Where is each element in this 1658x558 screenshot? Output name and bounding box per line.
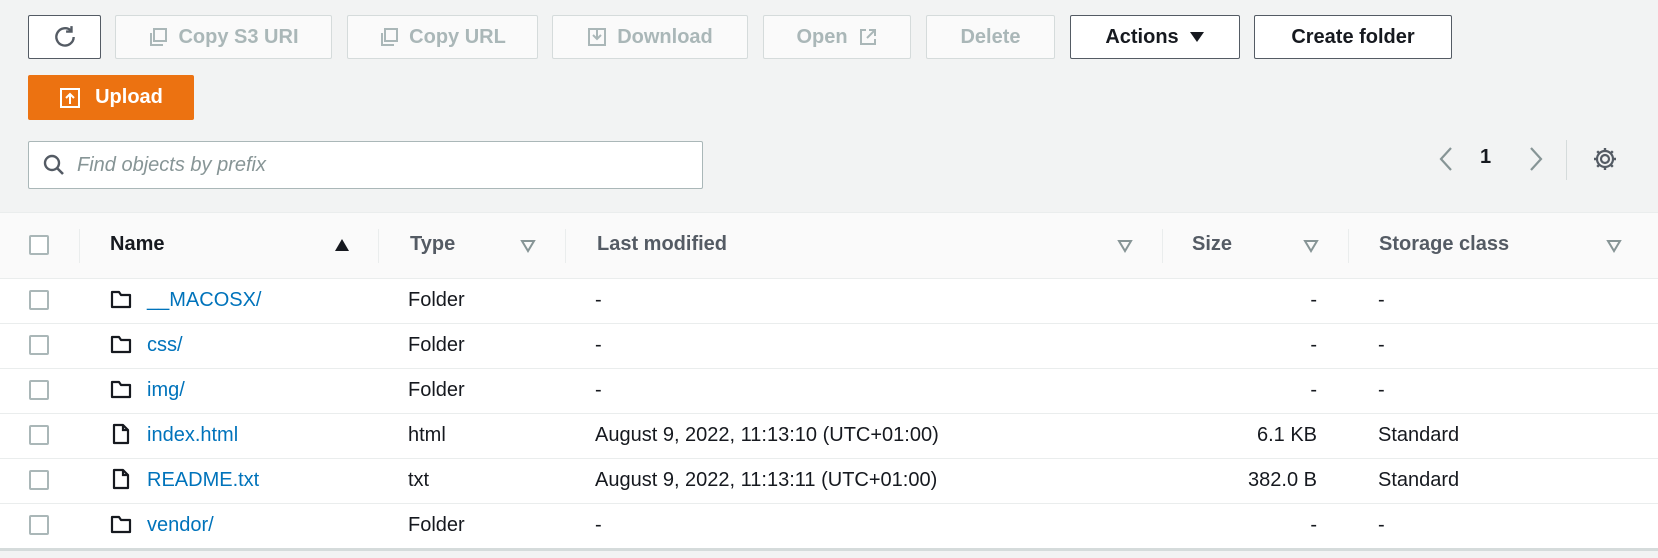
- column-separator: [378, 229, 379, 263]
- current-page-number[interactable]: 1: [1480, 146, 1491, 169]
- column-header-last-modified[interactable]: Last modified: [597, 233, 727, 256]
- table-bottom-border: [0, 548, 1658, 551]
- object-name-link[interactable]: css/: [147, 334, 183, 357]
- caret-down-icon: [1189, 32, 1204, 42]
- download-button[interactable]: Download: [552, 15, 748, 59]
- object-last-modified: -: [595, 379, 602, 401]
- download-label: Download: [617, 25, 713, 48]
- download-icon: [588, 28, 607, 46]
- object-storage-class: -: [1378, 289, 1385, 311]
- object-last-modified: -: [595, 334, 602, 356]
- create-folder-button[interactable]: Create folder: [1254, 15, 1452, 59]
- object-storage-class: -: [1378, 379, 1385, 401]
- column-header-type[interactable]: Type: [410, 233, 455, 256]
- table-row[interactable]: vendor/Folder - - -: [0, 503, 1658, 549]
- object-name-link[interactable]: index.html: [147, 424, 238, 447]
- row-checkbox[interactable]: [29, 290, 49, 310]
- row-checkbox[interactable]: [29, 380, 49, 400]
- object-storage-class: Standard: [1378, 424, 1460, 446]
- sort-indicator-icon[interactable]: [1606, 239, 1622, 253]
- gear-icon[interactable]: [1592, 146, 1618, 172]
- copy-icon: [381, 28, 399, 46]
- upload-button[interactable]: Upload: [28, 75, 194, 120]
- column-header-storage-class[interactable]: Storage class: [1379, 233, 1509, 256]
- row-checkbox[interactable]: [29, 335, 49, 355]
- object-last-modified: August 9, 2022, 11:13:11 (UTC+01:00): [595, 469, 938, 491]
- row-checkbox[interactable]: [29, 515, 49, 535]
- object-type: Folder: [408, 334, 465, 356]
- table-row[interactable]: css/Folder - - -: [0, 323, 1658, 369]
- search-input[interactable]: [75, 152, 679, 178]
- object-size: -: [1310, 289, 1317, 311]
- column-separator: [1162, 229, 1163, 263]
- object-type: Folder: [408, 514, 465, 536]
- object-size: 6.1 KB: [1256, 424, 1317, 446]
- object-size: -: [1310, 379, 1317, 401]
- object-name-link[interactable]: vendor/: [147, 514, 214, 537]
- delete-label: Delete: [960, 25, 1021, 48]
- table-row[interactable]: index.html html August 9, 2022, 11:13:10 (…: [0, 413, 1658, 459]
- object-size: 382.0 B: [1248, 469, 1317, 491]
- object-last-modified: August 9, 2022, 11:13:10 (UTC+01:00): [595, 424, 939, 446]
- object-type: html: [408, 424, 446, 446]
- folder-icon: [110, 513, 132, 540]
- file-icon: [110, 468, 132, 495]
- object-name-link[interactable]: README.txt: [147, 469, 259, 492]
- search-icon: [43, 154, 64, 175]
- folder-icon: [110, 288, 132, 315]
- copy-url-button[interactable]: Copy URL: [347, 15, 538, 59]
- pagination-divider: [1566, 140, 1567, 180]
- folder-icon: [110, 378, 132, 405]
- object-type: txt: [408, 469, 430, 491]
- open-button[interactable]: Open: [763, 15, 911, 59]
- upload-icon: [60, 87, 81, 108]
- sort-indicator-icon[interactable]: [1117, 239, 1133, 253]
- actions-label: Actions: [1105, 25, 1179, 48]
- object-storage-class: -: [1378, 334, 1385, 356]
- copy-s3-uri-label: Copy S3 URI: [178, 25, 299, 48]
- table-row[interactable]: README.txt txt August 9, 2022, 11:13:11 (U…: [0, 458, 1658, 504]
- table-header: Name Type Last modified Size Storage cla…: [0, 213, 1658, 279]
- row-checkbox[interactable]: [29, 425, 49, 445]
- object-last-modified: -: [595, 289, 602, 311]
- objects-table: Name Type Last modified Size Storage cla…: [0, 212, 1658, 550]
- object-type: Folder: [408, 289, 465, 311]
- object-storage-class: -: [1378, 514, 1385, 536]
- column-header-name[interactable]: Name: [110, 233, 164, 256]
- file-icon: [110, 423, 132, 450]
- next-page-icon[interactable]: [1528, 146, 1544, 172]
- object-size: -: [1310, 514, 1317, 536]
- select-all-checkbox[interactable]: [29, 235, 49, 255]
- copy-icon: [150, 28, 168, 46]
- object-storage-class: Standard: [1378, 469, 1460, 491]
- copy-url-label: Copy URL: [409, 25, 506, 48]
- row-checkbox[interactable]: [29, 470, 49, 490]
- column-separator: [1348, 229, 1349, 263]
- copy-s3-uri-button[interactable]: Copy S3 URI: [115, 15, 332, 59]
- object-size: -: [1310, 334, 1317, 356]
- table-row[interactable]: __MACOSX/Folder - - -: [0, 278, 1658, 324]
- object-last-modified: -: [595, 514, 602, 536]
- column-separator: [79, 229, 80, 263]
- refresh-button[interactable]: [28, 15, 101, 59]
- table-row[interactable]: img/Folder - - -: [0, 368, 1658, 414]
- object-name-link[interactable]: __MACOSX/: [147, 289, 261, 312]
- column-separator: [565, 229, 566, 263]
- sort-ascending-icon[interactable]: [334, 238, 350, 252]
- upload-label: Upload: [95, 86, 163, 108]
- external-link-icon: [859, 29, 876, 45]
- delete-button[interactable]: Delete: [926, 15, 1055, 59]
- search-box[interactable]: [28, 141, 703, 189]
- object-type: Folder: [408, 379, 465, 401]
- sort-indicator-icon[interactable]: [1303, 239, 1319, 253]
- open-label: Open: [796, 25, 848, 48]
- refresh-icon: [54, 26, 75, 47]
- previous-page-icon[interactable]: [1438, 146, 1454, 172]
- folder-icon: [110, 333, 132, 360]
- actions-dropdown[interactable]: Actions: [1070, 15, 1240, 59]
- sort-indicator-icon[interactable]: [520, 239, 536, 253]
- create-folder-label: Create folder: [1291, 25, 1415, 48]
- object-name-link[interactable]: img/: [147, 379, 185, 402]
- column-header-size[interactable]: Size: [1192, 233, 1232, 256]
